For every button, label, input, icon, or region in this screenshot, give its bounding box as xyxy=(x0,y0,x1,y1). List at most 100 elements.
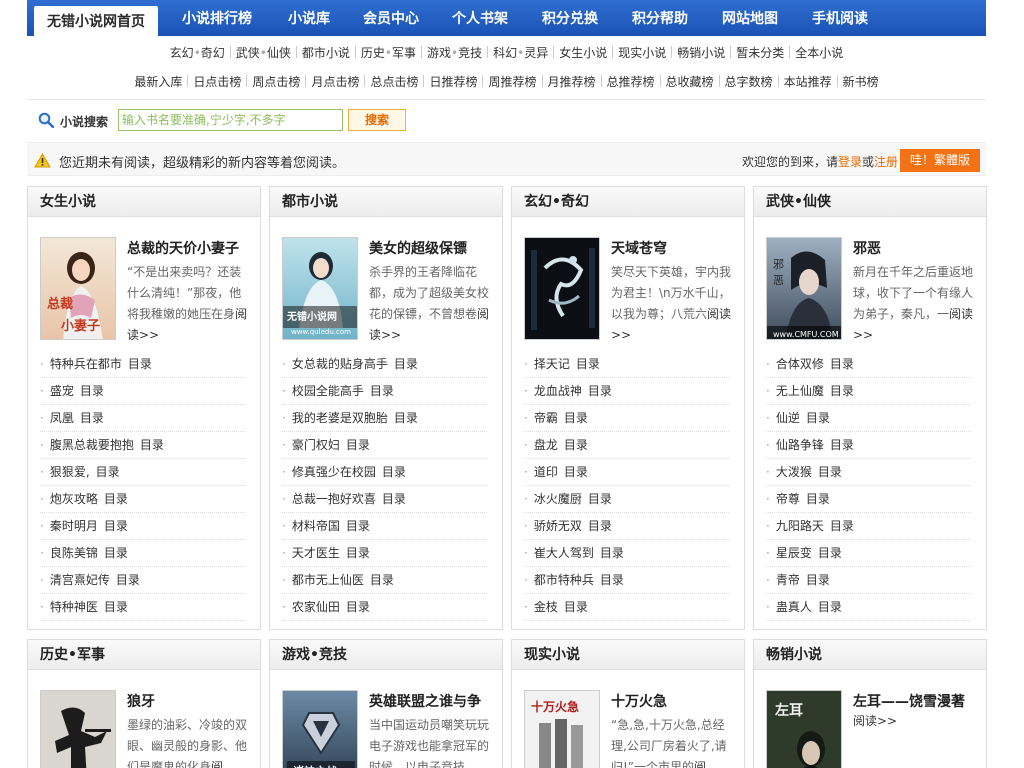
catalog-link[interactable]: 目录 xyxy=(588,492,612,506)
cat-urban[interactable]: 都市小说 xyxy=(302,44,350,61)
cat-wuxia[interactable]: 武侠 xyxy=(236,44,260,61)
book-cover[interactable]: 十万火急 xyxy=(524,690,600,768)
book-link[interactable]: 帝尊 xyxy=(776,492,800,506)
book-link[interactable]: 骄娇无双 xyxy=(534,519,582,533)
catalog-link[interactable]: 目录 xyxy=(346,600,370,614)
book-title[interactable]: 左耳——饶雪漫著 xyxy=(853,691,965,711)
catalog-link[interactable]: 目录 xyxy=(140,438,164,452)
rank-weekly-click[interactable]: 周点击榜 xyxy=(252,73,300,90)
book-link[interactable]: 狠狠爱, xyxy=(50,465,90,479)
book-link[interactable]: 道印 xyxy=(534,465,558,479)
catalog-link[interactable]: 目录 xyxy=(346,546,370,560)
book-title[interactable]: 十万火急 xyxy=(611,691,667,711)
cat-bestseller[interactable]: 畅销小说 xyxy=(677,44,725,61)
catalog-link[interactable]: 目录 xyxy=(116,573,140,587)
nav-mobile[interactable]: 手机阅读 xyxy=(812,0,868,36)
read-more-link[interactable]: 阅读>> xyxy=(853,714,897,728)
book-cover[interactable]: 无错小说网 www.quledu.com xyxy=(282,237,358,340)
book-link[interactable]: 凤凰 xyxy=(50,411,74,425)
book-link[interactable]: 特种神医 xyxy=(50,600,98,614)
read-more-link[interactable]: 阅 xyxy=(694,760,706,768)
book-link[interactable]: 星辰变 xyxy=(776,546,812,560)
catalog-link[interactable]: 目录 xyxy=(382,465,406,479)
nav-bookshelf[interactable]: 个人书架 xyxy=(452,0,508,36)
book-link[interactable]: 秦时明月 xyxy=(50,519,98,533)
book-title[interactable]: 英雄联盟之谁与争 xyxy=(369,691,481,711)
cat-xianxia[interactable]: 仙侠 xyxy=(267,44,291,61)
catalog-link[interactable]: 目录 xyxy=(830,438,854,452)
cat-military[interactable]: 军事 xyxy=(392,44,416,61)
book-link[interactable]: 特种兵在都市 xyxy=(50,357,122,371)
rank-daily-click[interactable]: 日点击榜 xyxy=(193,73,241,90)
nav-sitemap[interactable]: 网站地图 xyxy=(722,0,778,36)
catalog-link[interactable]: 目录 xyxy=(564,438,588,452)
catalog-link[interactable]: 目录 xyxy=(370,573,394,587)
nav-library[interactable]: 小说库 xyxy=(288,0,330,36)
book-cover[interactable]: 诸神之战 xyxy=(282,690,358,768)
book-link[interactable]: 修真强少在校园 xyxy=(292,465,376,479)
nav-points-help[interactable]: 积分帮助 xyxy=(632,0,688,36)
cat-scifi[interactable]: 科幻 xyxy=(493,44,517,61)
book-link[interactable]: 青帝 xyxy=(776,573,800,587)
book-title[interactable]: 狼牙 xyxy=(127,691,155,711)
catalog-link[interactable]: 目录 xyxy=(394,411,418,425)
nav-ranking[interactable]: 小说排行榜 xyxy=(182,0,252,36)
catalog-link[interactable]: 目录 xyxy=(588,384,612,398)
catalog-link[interactable]: 目录 xyxy=(104,546,128,560)
catalog-link[interactable]: 目录 xyxy=(104,519,128,533)
book-link[interactable]: 农家仙田 xyxy=(292,600,340,614)
book-title[interactable]: 邪恶 xyxy=(853,238,881,258)
book-cover[interactable]: 总裁 小妻子 xyxy=(40,237,116,340)
cat-xuanhuan[interactable]: 玄幻 xyxy=(170,44,194,61)
book-title[interactable]: 美女的超级保镖 xyxy=(369,238,467,258)
catalog-link[interactable]: 目录 xyxy=(806,411,830,425)
book-title[interactable]: 总裁的天价小妻子 xyxy=(127,238,239,258)
book-link[interactable]: 炮灰攻略 xyxy=(50,492,98,506)
rank-new-books[interactable]: 新书榜 xyxy=(843,73,879,90)
book-link[interactable]: 择天记 xyxy=(534,357,570,371)
register-link[interactable]: 注册 xyxy=(874,155,898,169)
book-cover[interactable] xyxy=(40,690,116,768)
book-link[interactable]: 校园全能高手 xyxy=(292,384,364,398)
catalog-link[interactable]: 目录 xyxy=(576,357,600,371)
book-link[interactable]: 清宫熹妃传 xyxy=(50,573,110,587)
book-cover[interactable] xyxy=(524,237,600,340)
book-link[interactable]: 盘龙 xyxy=(534,438,558,452)
rank-newest[interactable]: 最新入库 xyxy=(134,73,182,90)
book-link[interactable]: 女总裁的贴身高手 xyxy=(292,357,388,371)
book-cover[interactable]: 邪 恶 www.CMFU.COM xyxy=(766,237,842,340)
catalog-link[interactable]: 目录 xyxy=(394,357,418,371)
cat-sports[interactable]: 竞技 xyxy=(458,44,482,61)
catalog-link[interactable]: 目录 xyxy=(96,465,120,479)
book-link[interactable]: 龙血战神 xyxy=(534,384,582,398)
book-title[interactable]: 天域苍穹 xyxy=(611,238,667,258)
catalog-link[interactable]: 目录 xyxy=(818,465,842,479)
rank-word-count[interactable]: 总字数榜 xyxy=(725,73,773,90)
book-link[interactable]: 崔大人驾到 xyxy=(534,546,594,560)
nav-points-exchange[interactable]: 积分兑换 xyxy=(542,0,598,36)
read-more-link[interactable]: 阅 xyxy=(211,760,223,768)
book-link[interactable]: 都市特种兵 xyxy=(534,573,594,587)
cat-qihuan[interactable]: 奇幻 xyxy=(201,44,225,61)
book-link[interactable]: 盛宠 xyxy=(50,384,74,398)
catalog-link[interactable]: 目录 xyxy=(600,573,624,587)
book-link[interactable]: 大泼猴 xyxy=(776,465,812,479)
book-link[interactable]: 合体双修 xyxy=(776,357,824,371)
book-link[interactable]: 腹黑总裁要抱抱 xyxy=(50,438,134,452)
cat-completed[interactable]: 全本小说 xyxy=(795,44,843,61)
book-link[interactable]: 无上仙魔 xyxy=(776,384,824,398)
book-link[interactable]: 天才医生 xyxy=(292,546,340,560)
book-link[interactable]: 我的老婆是双胞胎 xyxy=(292,411,388,425)
book-link[interactable]: 帝霸 xyxy=(534,411,558,425)
catalog-link[interactable]: 目录 xyxy=(346,519,370,533)
book-link[interactable]: 蛊真人 xyxy=(776,600,812,614)
catalog-link[interactable]: 目录 xyxy=(564,600,588,614)
cat-history[interactable]: 历史 xyxy=(361,44,385,61)
catalog-link[interactable]: 目录 xyxy=(104,492,128,506)
catalog-link[interactable]: 目录 xyxy=(382,492,406,506)
traditional-chinese-button[interactable]: 哇！繁體版 xyxy=(900,149,980,172)
cat-female[interactable]: 女生小说 xyxy=(559,44,607,61)
book-cover[interactable]: 左耳 xyxy=(766,690,842,768)
catalog-link[interactable]: 目录 xyxy=(588,519,612,533)
cat-supernatural[interactable]: 灵异 xyxy=(524,44,548,61)
